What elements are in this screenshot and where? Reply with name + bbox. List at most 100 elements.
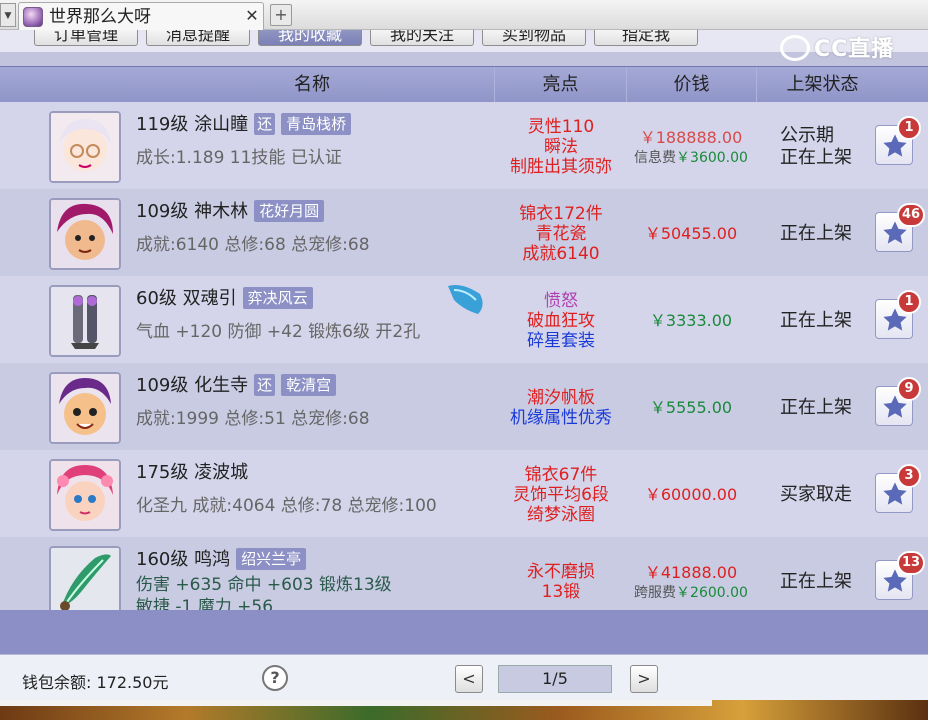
prev-page-button[interactable]: < (455, 665, 483, 693)
highlight-text: 瞬法 (544, 137, 578, 157)
item-level: 175级 (136, 462, 189, 483)
tab-assigned-to-me[interactable]: 指定我 (594, 30, 698, 46)
item-fee: 跨服费￥2600.00 (634, 584, 748, 602)
highlight-text: 成就6140 (522, 244, 600, 264)
item-fee: 信息费￥3600.00 (634, 149, 748, 167)
status-text: 正在上架 (780, 397, 852, 418)
item-name: 化生寺 (194, 375, 249, 396)
price-cell: ￥41888.00 跨服费￥2600.00 (628, 543, 754, 610)
browser-tab[interactable]: 世界那么大呀 ✕ (18, 2, 264, 30)
wallet-balance: 钱包余额: 172.50元 (22, 673, 169, 692)
cc-logo-icon (780, 35, 810, 61)
table-row[interactable]: 175级 凌波城 化圣九 成就:4064 总修:78 总宠修:100 锦衣67件… (0, 450, 928, 537)
cc-live-watermark: CC直播 (780, 33, 910, 67)
listing-status: 买家取走 (766, 456, 876, 534)
list-footer-band (0, 610, 928, 654)
character-avatar (49, 111, 121, 183)
new-tab-button[interactable]: + (270, 4, 292, 26)
highlight-text: 愤怒 (544, 291, 578, 311)
return-tag: 还 (254, 113, 276, 135)
status-text: 正在上架 (780, 147, 852, 168)
item-highlights: 永不磨损 13锻 (494, 543, 628, 610)
item-price: ￥5555.00 (649, 398, 733, 417)
price-cell: ￥50455.00 (628, 195, 754, 273)
tab-message-reminder[interactable]: 消息提醒 (146, 30, 250, 46)
character-avatar (49, 198, 121, 270)
tab-my-follows[interactable]: 我的关注 (370, 30, 474, 46)
character-avatar (49, 459, 121, 531)
highlight-text: 锦衣172件 (519, 204, 603, 224)
favorite-count-badge: 1 (897, 116, 921, 140)
fee-value: ￥3600.00 (676, 150, 748, 166)
bottom-bar: 钱包余额: 172.50元 ? < 1/5 > (0, 654, 928, 700)
favorite-count-badge: 46 (897, 203, 926, 227)
header-status: 上架状态 (756, 67, 888, 103)
table-row[interactable]: 119级 涂山瞳还青岛栈桥 成长:1.189 11技能 已认证 灵性110 瞬法… (0, 102, 928, 189)
highlight-text: 永不磨损 (527, 562, 595, 582)
tab-bought-items[interactable]: 买到物品 (482, 30, 586, 46)
header-highlight: 亮点 (494, 67, 626, 103)
highlight-text: 灵饰平均6段 (513, 485, 609, 505)
item-title: 60级 双魂引 弈决风云 (136, 286, 313, 312)
item-highlights: 锦衣172件 青花瓷 成就6140 (494, 195, 628, 273)
favorite-count-badge: 3 (897, 464, 921, 488)
favorites-list: 119级 涂山瞳还青岛栈桥 成长:1.189 11技能 已认证 灵性110 瞬法… (0, 102, 928, 610)
tab-order-management[interactable]: 订单管理 (34, 30, 138, 46)
price-cell: ￥3333.00 (628, 282, 754, 360)
item-name: 双魂引 (182, 288, 237, 309)
app-window: ▼ 世界那么大呀 ✕ + 订单管理 消息提醒 我的收藏 我的关注 买到物品 指定… (0, 0, 928, 720)
server-tag: 弈决风云 (242, 287, 313, 309)
character-avatar (49, 372, 121, 444)
listing-status: 正在上架 (766, 282, 876, 360)
item-level: 109级 (136, 375, 189, 396)
highlight-text: 潮汐帆板 (527, 388, 595, 408)
highlight-text: 锦衣67件 (524, 465, 598, 485)
fee-value: ￥2600.00 (676, 585, 748, 601)
item-stats: 成长:1.189 11技能 已认证 (136, 148, 342, 168)
listing-status: 正在上架 (766, 195, 876, 273)
item-level: 119级 (136, 114, 189, 135)
item-stats: 化圣九 成就:4064 总修:78 总宠修:100 (136, 496, 437, 516)
status-text: 正在上架 (780, 571, 852, 592)
table-row[interactable]: 60级 双魂引 弈决风云 气血 +120 防御 +42 锻炼6级 开2孔 愤怒 破… (0, 276, 928, 363)
page-indicator: 1/5 (498, 665, 612, 693)
table-row[interactable]: 160级 鸣鸿 绍兴兰亭 伤害 +635 命中 +603 锻炼13级 敏捷 -1 … (0, 537, 928, 610)
item-level: 60级 (136, 288, 177, 309)
help-icon[interactable]: ? (262, 665, 288, 691)
favorite-count-badge: 13 (897, 551, 926, 575)
highlight-text: 青花瓷 (535, 224, 587, 244)
highlight-text: 制胜出其须弥 (510, 157, 612, 177)
item-level: 109级 (136, 201, 189, 222)
next-page-button[interactable]: > (630, 665, 658, 693)
header-name: 名称 (294, 74, 330, 95)
status-text: 正在上架 (780, 223, 852, 244)
tab-close-icon[interactable]: ✕ (243, 6, 261, 26)
item-stats: 伤害 +635 命中 +603 锻炼13级 (136, 575, 392, 595)
item-title: 109级 神木林 花好月圆 (136, 199, 325, 225)
item-stats: 成就:1999 总修:51 总宠修:68 (136, 409, 370, 429)
item-title: 175级 凌波城 (136, 460, 248, 486)
item-level: 160级 (136, 549, 189, 570)
status-text: 买家取走 (780, 484, 852, 505)
item-name: 神木林 (194, 201, 249, 222)
status-text: 公示期 (780, 125, 834, 146)
header-price: 价钱 (626, 67, 756, 103)
item-name: 凌波城 (194, 462, 249, 483)
listing-status: 正在上架 (766, 543, 876, 610)
price-cell: ￥5555.00 (628, 369, 754, 447)
fee-label: 跨服费 (634, 585, 677, 601)
item-stats-extra: 敏捷 -1 魔力 +56 (136, 597, 274, 610)
tab-my-favorites[interactable]: 我的收藏 (258, 30, 362, 46)
highlight-text: 灵性110 (527, 117, 595, 137)
item-price: ￥41888.00 (644, 563, 738, 582)
item-name: 涂山瞳 (194, 114, 249, 135)
listing-status: 正在上架 (766, 369, 876, 447)
item-highlights: 愤怒 破血狂攻 碎星套装 (494, 282, 628, 360)
item-highlights: 潮汐帆板 机缘属性优秀 (494, 369, 628, 447)
table-row[interactable]: 109级 神木林 花好月圆 成就:6140 总修:68 总宠修:68 锦衣172件… (0, 189, 928, 276)
server-tag: 花好月圆 (254, 200, 325, 222)
tab-list-arrow-icon[interactable]: ▼ (0, 3, 16, 27)
item-highlights: 灵性110 瞬法 制胜出其须弥 (494, 108, 628, 186)
table-row[interactable]: 109级 化生寺还乾清宫 成就:1999 总修:51 总宠修:68 潮汐帆板 机… (0, 363, 928, 450)
favorite-count-badge: 1 (897, 290, 921, 314)
